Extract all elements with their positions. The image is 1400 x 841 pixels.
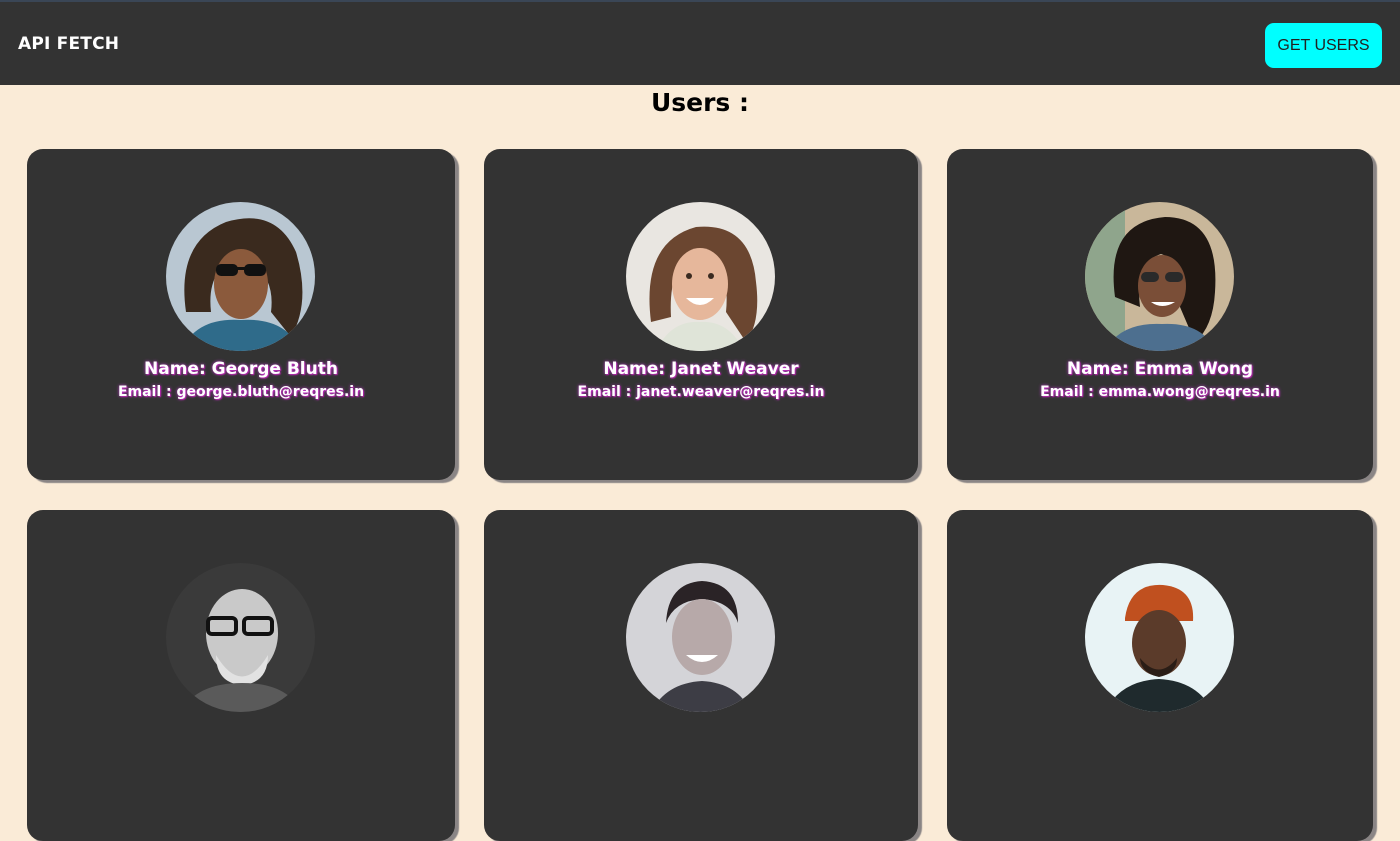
user-email: Email : george.bluth@reqres.in [117,384,365,400]
avatar [166,202,315,351]
user-name: Name: George Bluth [144,359,338,379]
user-email: Email : janet.weaver@reqres.in [577,384,825,400]
avatar [626,563,775,712]
avatar [626,202,775,351]
user-card: Name: Emma Wong Email : emma.wong@reqres… [947,149,1373,480]
user-card [947,510,1373,841]
user-name: Name: Janet Weaver [603,359,799,379]
user-card: Name: George Bluth Email : george.bluth@… [27,149,455,480]
user-card [484,510,918,841]
navbar: API FETCH GET USERS [0,0,1400,85]
user-email: Email : emma.wong@reqres.in [1040,384,1280,400]
avatar [166,563,315,712]
page-title: Users : [650,88,750,117]
user-name: Name: Emma Wong [1066,359,1254,379]
user-card: Name: Janet Weaver Email : janet.weaver@… [484,149,918,480]
get-users-button[interactable]: GET USERS [1265,23,1382,68]
user-card [27,510,455,841]
avatar [1085,563,1234,712]
avatar [1085,202,1234,351]
user-grid: Name: George Bluth Email : george.bluth@… [27,149,1377,841]
brand-title: API FETCH [18,34,120,54]
